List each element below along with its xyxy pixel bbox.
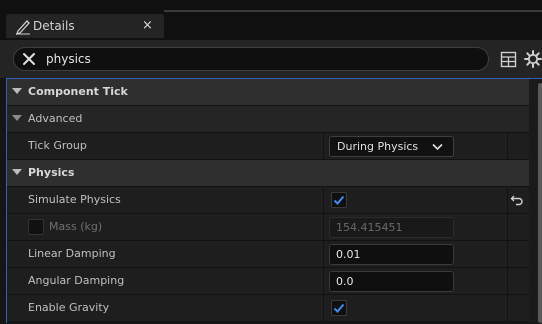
property-row-simulate-physics: Simulate Physics bbox=[7, 187, 529, 214]
property-label: Tick Group bbox=[28, 139, 87, 152]
column-divider bbox=[323, 268, 324, 294]
category-component-tick[interactable]: Component Tick bbox=[7, 79, 529, 106]
grid-icon[interactable] bbox=[500, 51, 517, 68]
search-row bbox=[0, 40, 542, 78]
category-physics[interactable]: Physics bbox=[7, 160, 529, 187]
search-input[interactable] bbox=[46, 50, 476, 68]
tab-bar: Details × bbox=[0, 0, 542, 40]
angular-damping-field[interactable]: 0.0 bbox=[329, 271, 454, 292]
linear-damping-field[interactable]: 0.01 bbox=[329, 244, 454, 265]
subcategory-label: Advanced bbox=[28, 112, 83, 125]
tick-group-dropdown[interactable]: During Physics bbox=[329, 136, 454, 157]
column-divider bbox=[323, 214, 324, 240]
gear-icon[interactable] bbox=[524, 50, 542, 68]
column-divider bbox=[507, 187, 508, 213]
column-divider bbox=[323, 187, 324, 213]
simulate-physics-checkbox[interactable] bbox=[331, 192, 347, 208]
property-label: Simulate Physics bbox=[28, 193, 121, 206]
tab-strip-divider bbox=[164, 10, 542, 12]
property-row-mass: Mass (kg) 154.415451 bbox=[7, 214, 529, 241]
property-label: Enable Gravity bbox=[28, 301, 110, 314]
column-divider bbox=[323, 133, 324, 159]
scrollbar[interactable] bbox=[537, 79, 542, 324]
expand-arrow-icon[interactable] bbox=[12, 115, 22, 121]
chevron-down-icon bbox=[432, 143, 443, 151]
property-label: Linear Damping bbox=[28, 247, 116, 260]
tab-close-icon[interactable]: × bbox=[142, 18, 153, 33]
details-panel: Component Tick Advanced Tick Group Durin… bbox=[6, 78, 542, 324]
column-divider bbox=[323, 295, 324, 321]
checkmark-icon bbox=[333, 303, 345, 313]
expand-arrow-icon[interactable] bbox=[12, 88, 22, 94]
property-row-tick-group: Tick Group During Physics bbox=[7, 133, 529, 160]
mass-field: 154.415451 bbox=[329, 217, 454, 238]
tab-title: Details bbox=[33, 19, 75, 33]
column-divider bbox=[323, 241, 324, 267]
scrollbar-thumb[interactable] bbox=[538, 83, 542, 323]
tab-details[interactable]: Details × bbox=[6, 14, 164, 38]
search-box[interactable] bbox=[13, 47, 489, 71]
subcategory-advanced[interactable]: Advanced bbox=[7, 106, 529, 133]
property-row-enable-gravity: Enable Gravity bbox=[7, 295, 529, 322]
column-divider bbox=[507, 214, 508, 240]
mass-override-checkbox[interactable] bbox=[28, 219, 44, 235]
category-label: Component Tick bbox=[28, 85, 128, 98]
property-label: Angular Damping bbox=[28, 274, 125, 287]
enable-gravity-checkbox[interactable] bbox=[331, 300, 347, 316]
reset-arrow-icon[interactable] bbox=[510, 194, 524, 206]
column-divider bbox=[507, 241, 508, 267]
close-icon[interactable] bbox=[20, 50, 38, 68]
column-divider bbox=[507, 295, 508, 321]
category-label: Physics bbox=[28, 166, 75, 179]
dropdown-value: During Physics bbox=[337, 140, 419, 153]
property-row-linear-damping: Linear Damping 0.01 bbox=[7, 241, 529, 268]
property-label: Mass (kg) bbox=[49, 220, 103, 233]
property-row-angular-damping: Angular Damping 0.0 bbox=[7, 268, 529, 295]
column-divider bbox=[507, 268, 508, 294]
expand-arrow-icon[interactable] bbox=[12, 169, 22, 175]
checkmark-icon bbox=[333, 195, 345, 205]
column-divider bbox=[507, 133, 508, 159]
pencil-icon bbox=[15, 20, 30, 35]
